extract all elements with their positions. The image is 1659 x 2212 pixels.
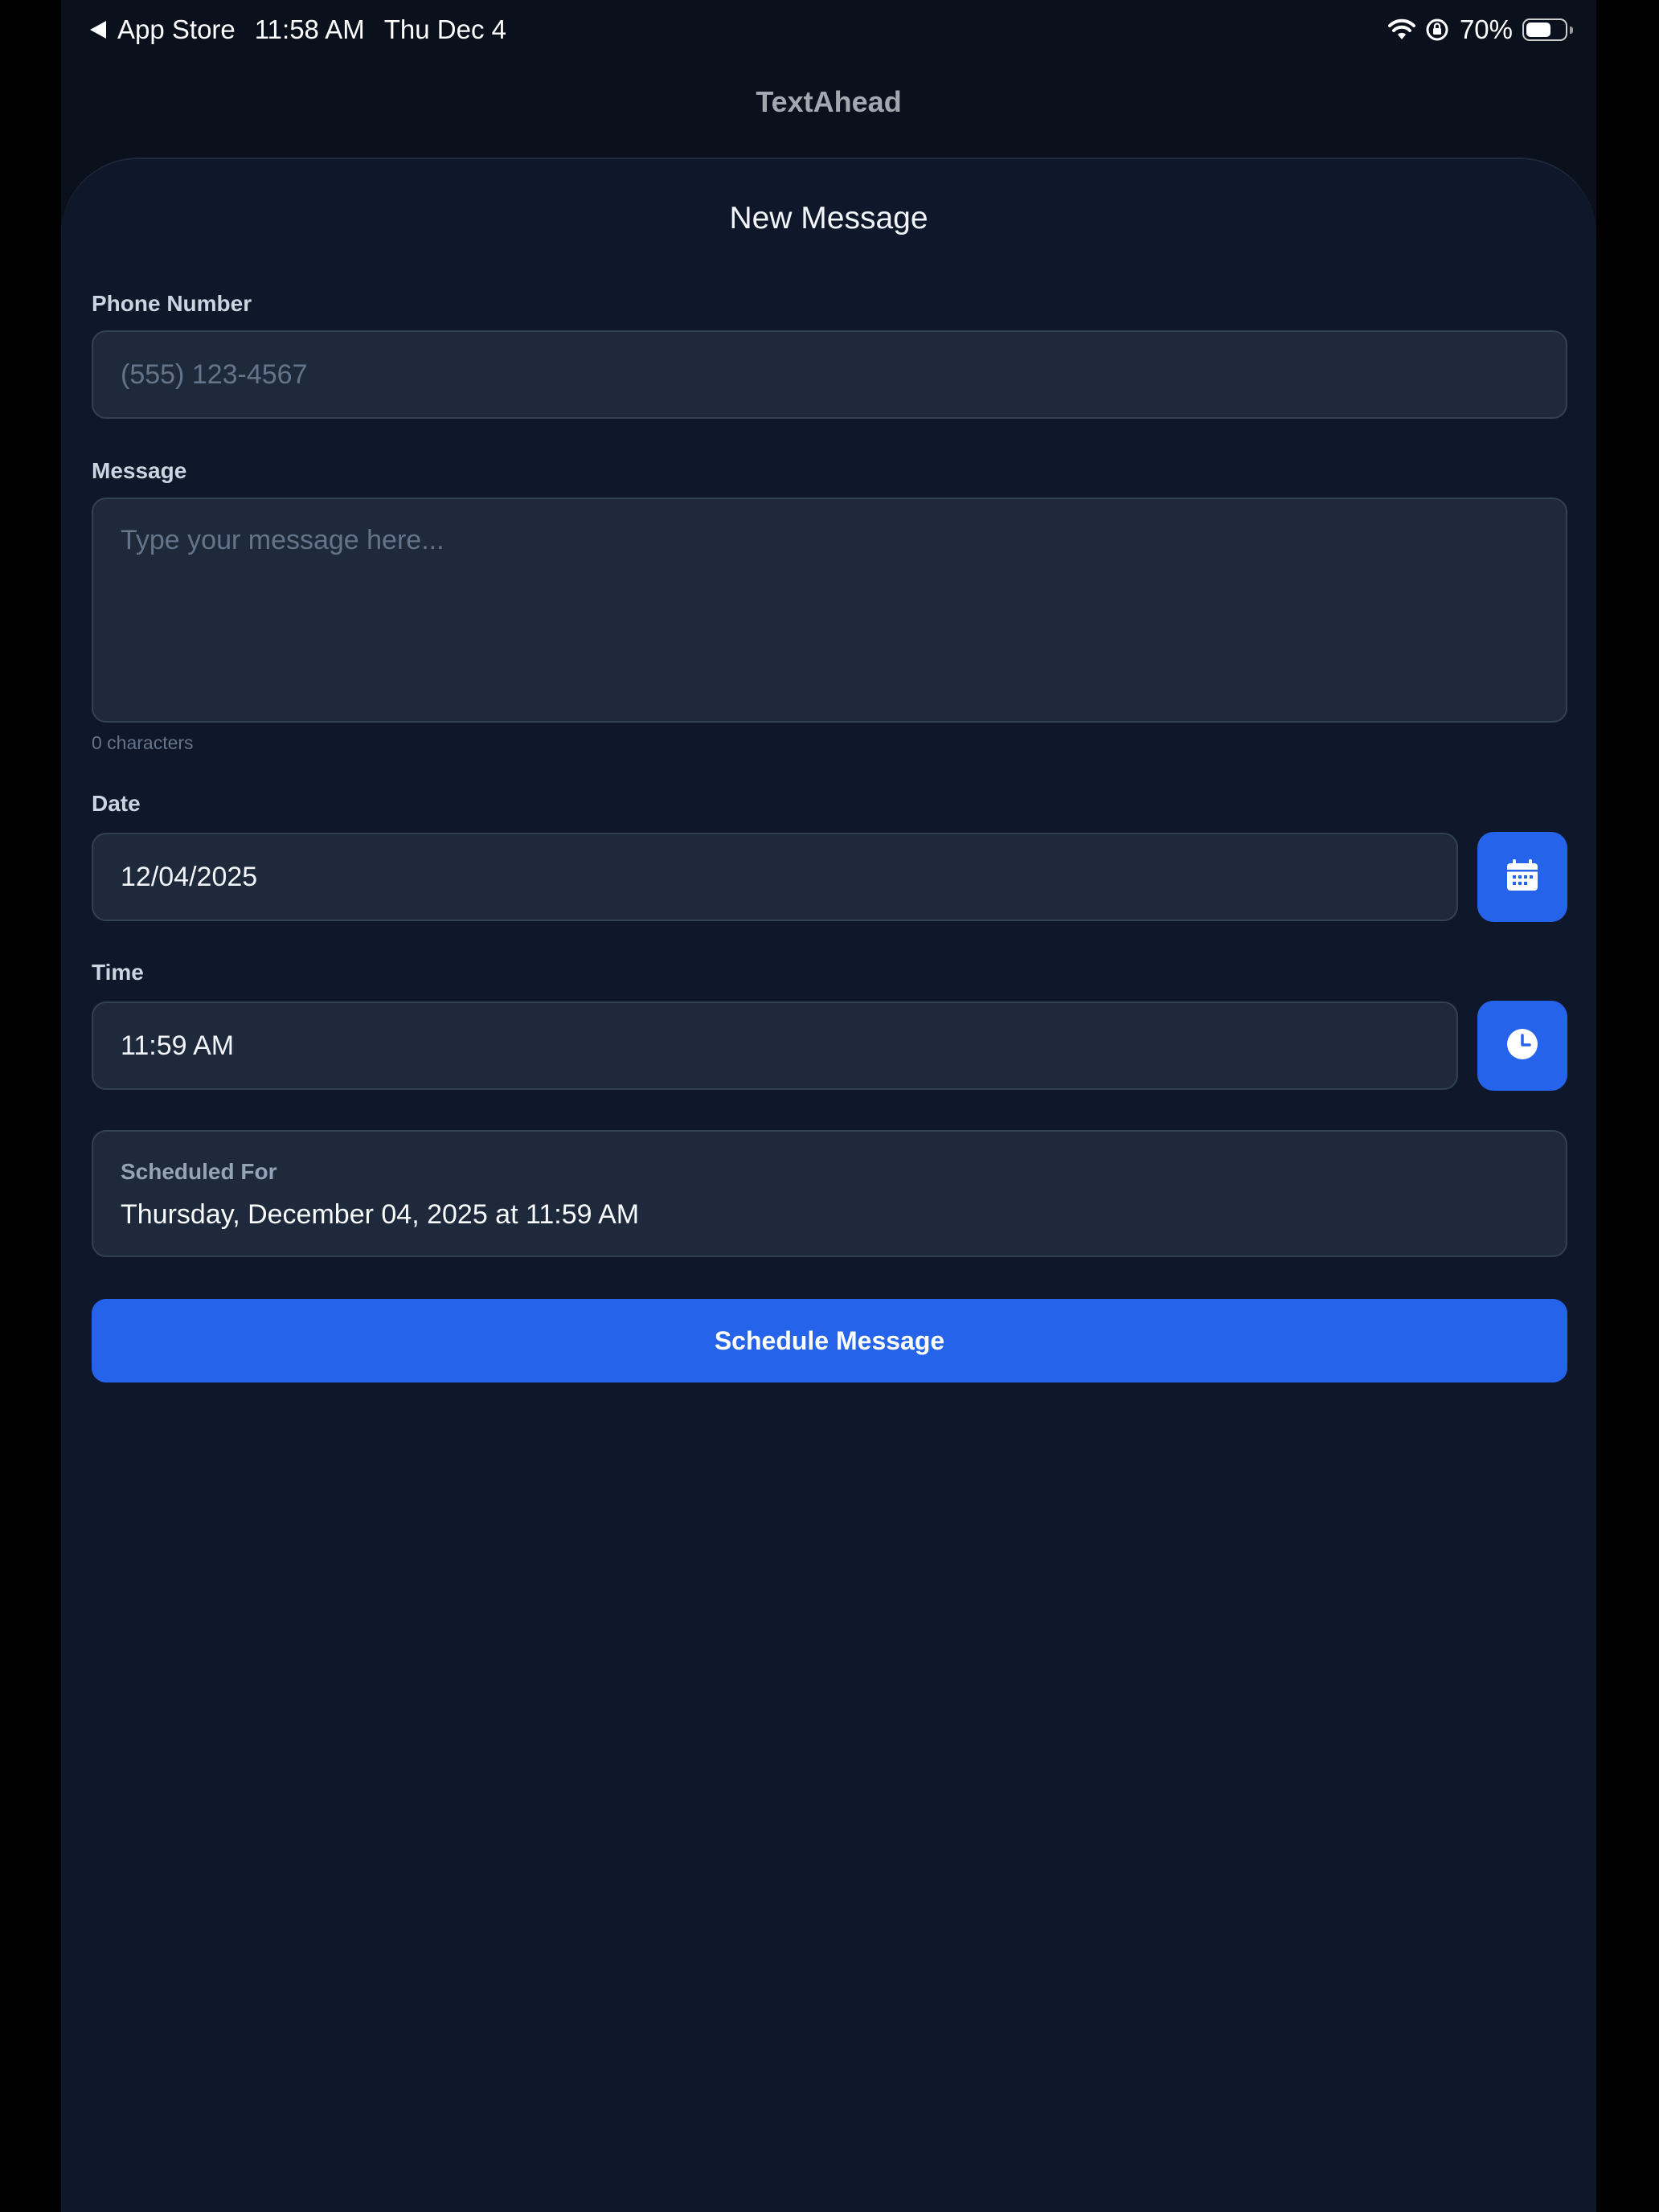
schedule-summary: Scheduled For Thursday, December 04, 202… [92, 1130, 1567, 1257]
orientation-lock-icon [1424, 17, 1450, 43]
clock-button[interactable] [1477, 1001, 1567, 1091]
back-arrow-icon [90, 21, 106, 39]
message-label: Message [92, 458, 187, 483]
status-date: Thu Dec 4 [383, 14, 506, 44]
time-field[interactable]: 11:59 AM [92, 1002, 1458, 1090]
app-screen: App Store 11:58 AM Thu Dec 4 70% TextAhe… [61, 0, 1596, 2212]
time-label: Time [92, 960, 144, 985]
app-title: TextAhead [756, 85, 902, 118]
character-count: 0 characters [92, 732, 194, 753]
message-field[interactable] [92, 498, 1567, 723]
phone-number-label: Phone Number [92, 291, 252, 316]
date-label: Date [92, 791, 141, 816]
battery-percent: 70% [1459, 14, 1513, 44]
new-message-sheet: New Message Phone Number Message 0 chara… [61, 158, 1596, 2212]
phone-number-input[interactable] [121, 358, 1538, 391]
date-field[interactable]: 12/04/2025 [92, 833, 1458, 921]
summary-label: Scheduled For [121, 1159, 277, 1184]
wifi-icon [1387, 18, 1416, 41]
summary-value: Thursday, December 04, 2025 at 11:59 AM [121, 1199, 640, 1230]
time-value: 11:59 AM [121, 1030, 235, 1061]
schedule-message-button[interactable]: Schedule Message [92, 1299, 1567, 1382]
back-to-app-link[interactable]: App Store 11:58 AM Thu Dec 4 [90, 14, 506, 45]
calendar-button[interactable] [1477, 832, 1567, 922]
phone-number-field[interactable] [92, 330, 1567, 419]
status-bar: App Store 11:58 AM Thu Dec 4 70% [61, 0, 1596, 58]
battery-icon [1522, 18, 1573, 41]
back-app-label: App Store [117, 14, 236, 44]
sheet-title: New Message [729, 201, 928, 236]
status-time: 11:58 AM [254, 14, 365, 44]
clock-icon [1505, 1027, 1539, 1065]
calendar-icon [1505, 858, 1540, 897]
status-indicators: 70% [1387, 14, 1573, 45]
date-value: 12/04/2025 [121, 861, 258, 892]
message-textarea[interactable] [121, 499, 1538, 721]
